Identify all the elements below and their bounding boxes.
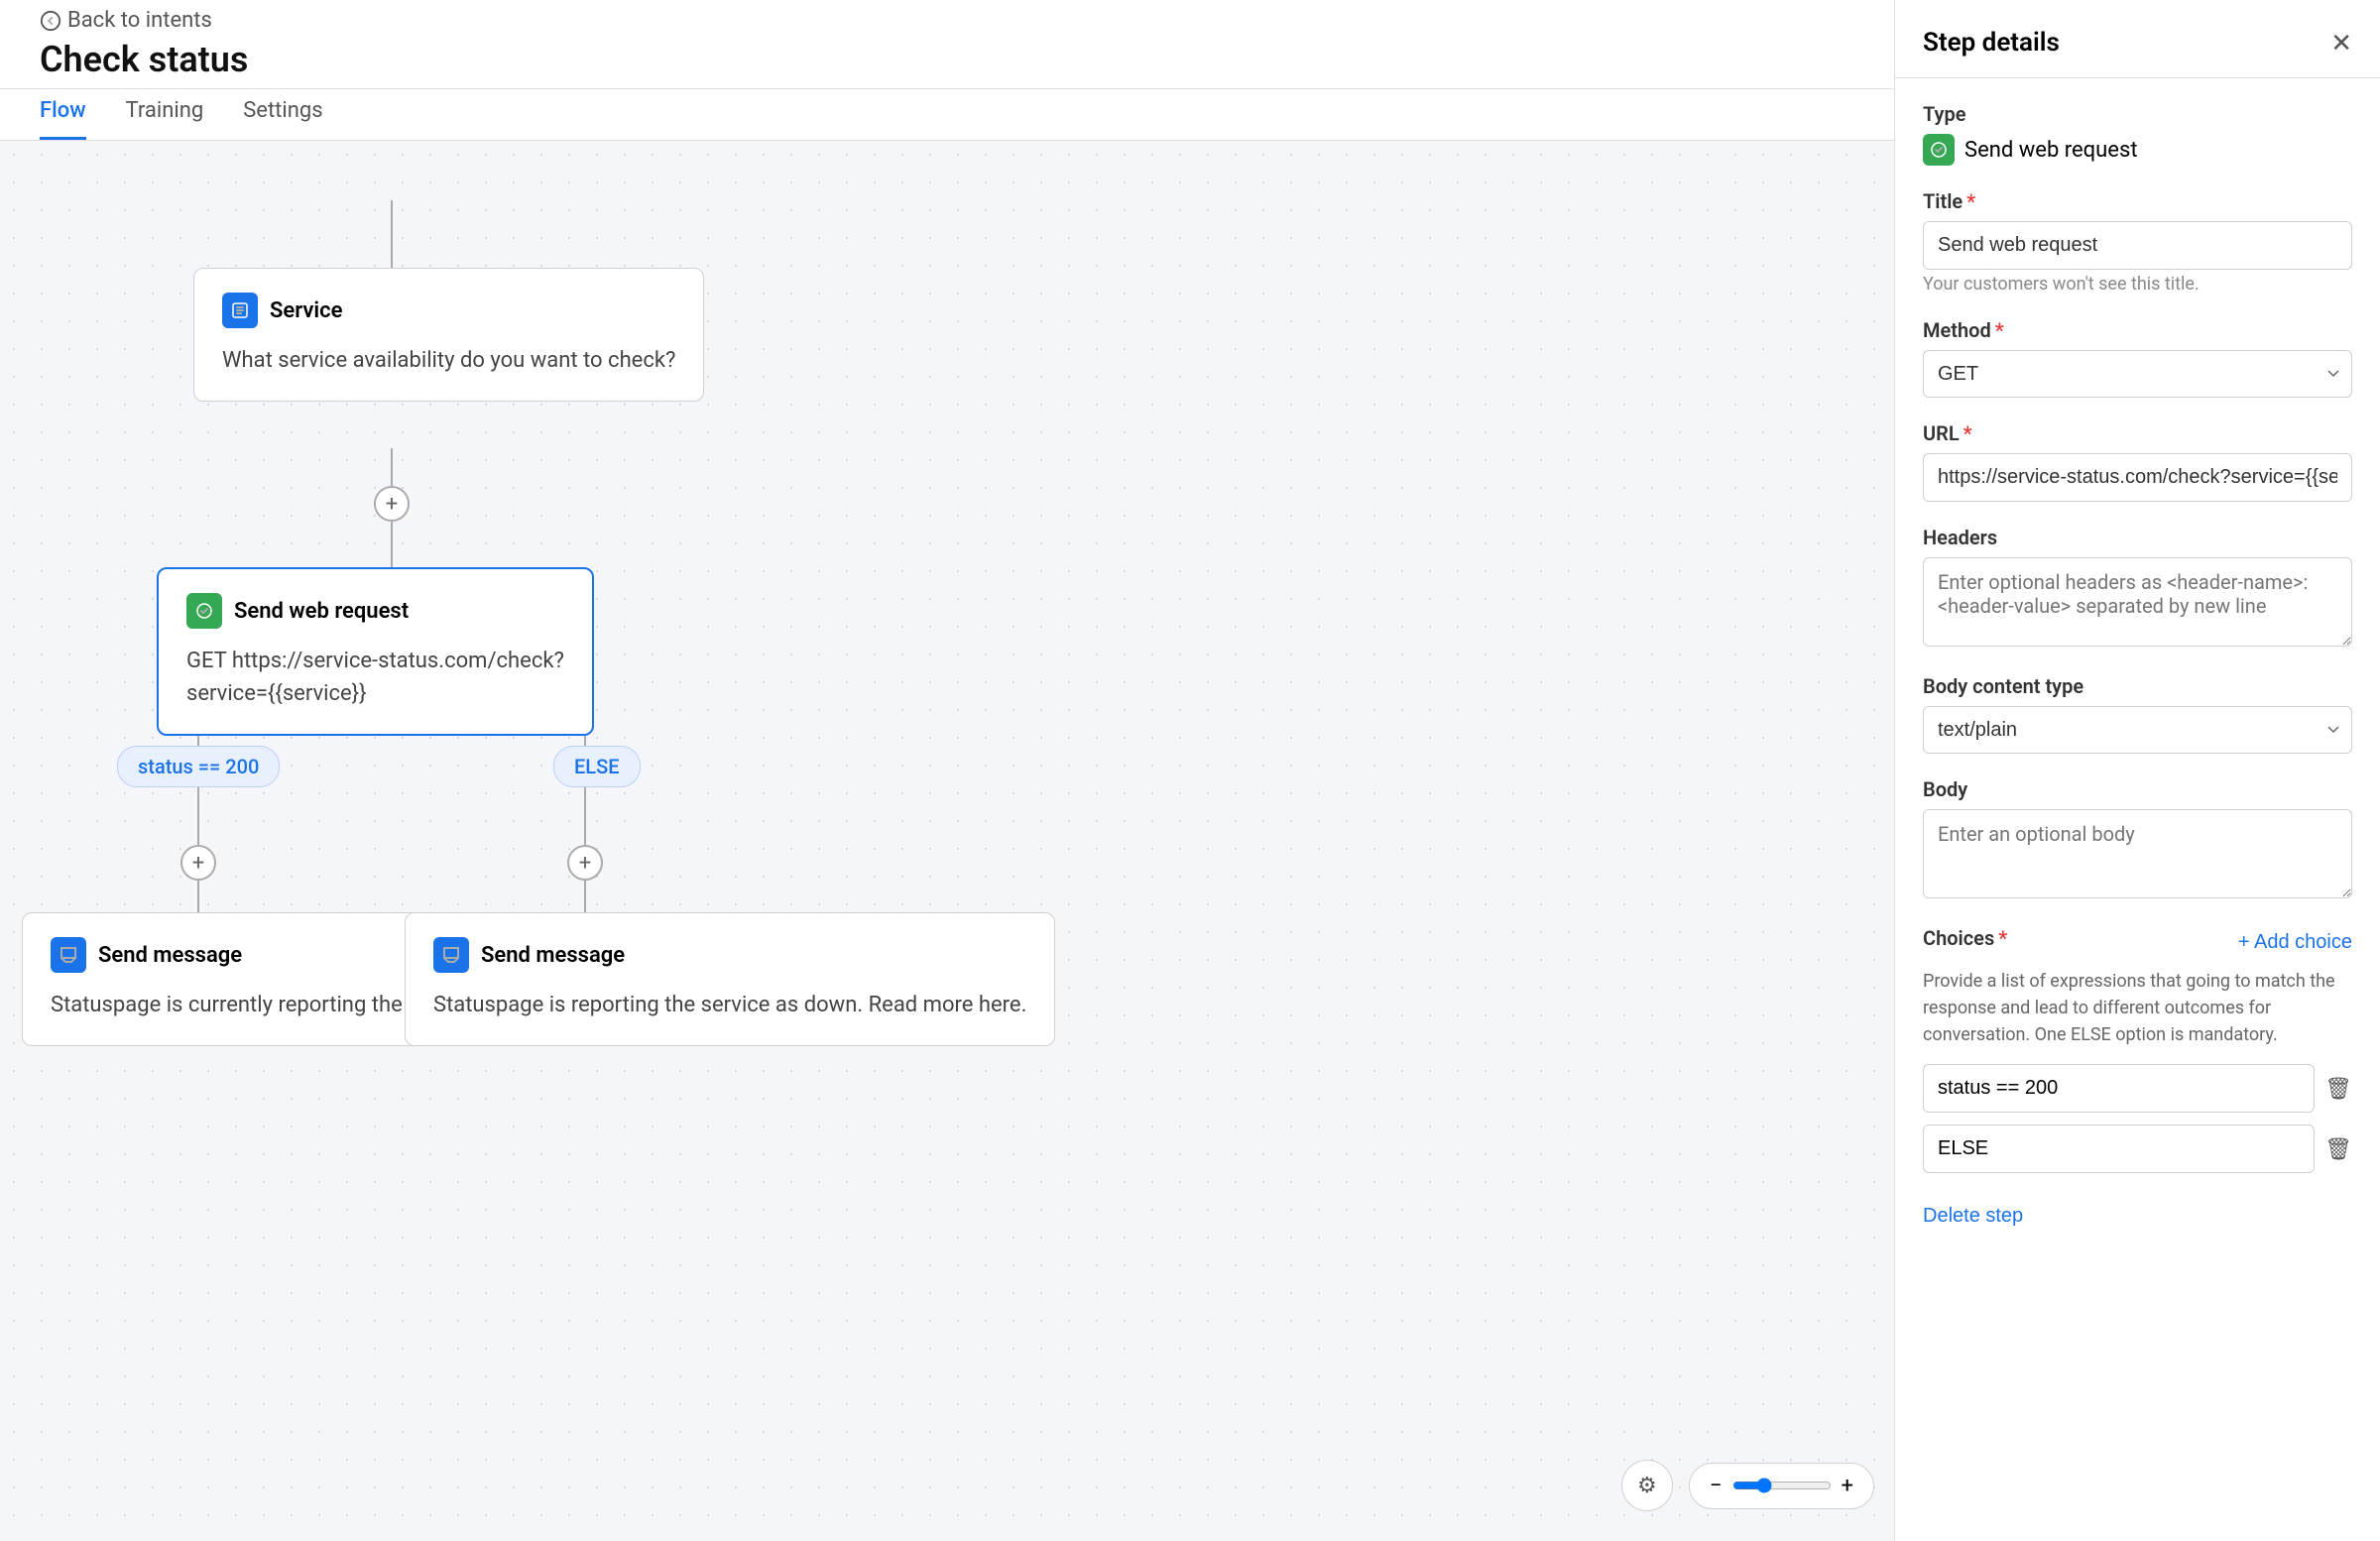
back-icon <box>40 10 61 32</box>
type-display: Send web request <box>1923 134 2352 166</box>
title-hint: Your customers won't see this title. <box>1923 274 2352 295</box>
delete-choice-2-button[interactable]: 🗑 <box>2324 1136 2352 1162</box>
service-node-title: Service <box>270 298 342 323</box>
choices-help-text: Provide a list of expressions that going… <box>1923 968 2352 1048</box>
tab-settings[interactable]: Settings <box>243 98 322 140</box>
title-required-marker: * <box>1966 189 1975 213</box>
url-field-group: URL * <box>1923 421 2352 502</box>
zoom-out-icon[interactable]: − <box>1710 1474 1723 1498</box>
panel-title: Step details <box>1923 28 2060 58</box>
title-label: Title * <box>1923 189 2352 213</box>
tab-training[interactable]: Training <box>126 98 204 140</box>
zoom-in-icon[interactable]: + <box>1842 1474 1853 1498</box>
page-title: Check status <box>40 39 248 80</box>
step-details-panel: Step details ✕ Type Send web request Tit… <box>1894 0 2380 1541</box>
send-message-left-icon <box>51 937 86 973</box>
title-field-group: Title * Your customers won't see this ti… <box>1923 189 2352 295</box>
type-field-group: Type Send web request <box>1923 102 2352 166</box>
add-step-button-1[interactable]: + <box>374 486 410 522</box>
body-label: Body <box>1923 777 2352 801</box>
service-node-header: Service <box>222 293 675 328</box>
delete-choice-1-button[interactable]: 🗑 <box>2324 1076 2352 1102</box>
choices-header: Choices * + Add choice <box>1923 926 2352 958</box>
delete-step-button[interactable]: Delete step <box>1923 1205 2023 1228</box>
zoom-range-input[interactable] <box>1732 1478 1832 1493</box>
web-request-node-body: GET https://service-status.com/check?ser… <box>186 645 564 710</box>
url-required-marker: * <box>1964 421 1972 445</box>
send-message-left-title: Send message <box>98 943 242 968</box>
send-message-right-body: Statuspage is reporting the service as d… <box>433 989 1026 1021</box>
service-node-body: What service availability do you want to… <box>222 344 675 377</box>
headers-textarea[interactable] <box>1923 557 2352 647</box>
tab-flow[interactable]: Flow <box>40 98 86 140</box>
back-to-intents-link[interactable]: Back to intents <box>40 8 248 33</box>
choice-row-2: 🗑 <box>1923 1125 2352 1173</box>
web-request-node-header: Send web request <box>186 593 564 629</box>
close-panel-button[interactable]: ✕ <box>2330 30 2352 56</box>
method-required-marker: * <box>1995 318 2004 342</box>
url-input[interactable] <box>1923 453 2352 502</box>
web-request-node-icon <box>186 593 222 629</box>
headers-field-group: Headers <box>1923 526 2352 651</box>
flow-canvas: Service What service availability do you… <box>0 141 1894 1541</box>
body-content-type-select[interactable]: text/plain application/json application/… <box>1923 706 2352 754</box>
send-message-right-title: Send message <box>481 943 625 968</box>
top-bar-left: Back to intents Check status <box>40 8 248 80</box>
branch-label-else: ELSE <box>553 746 641 787</box>
panel-body: Type Send web request Title * Your custo… <box>1895 78 2380 1251</box>
choices-required-marker: * <box>1998 926 2007 950</box>
choice-input-2[interactable] <box>1923 1125 2315 1173</box>
body-textarea[interactable] <box>1923 809 2352 898</box>
send-message-right-node[interactable]: Send message Statuspage is reporting the… <box>405 912 1055 1046</box>
send-message-right-icon <box>433 937 469 973</box>
type-value: Send web request <box>1964 138 2138 163</box>
add-step-button-left[interactable]: + <box>180 845 216 881</box>
zoom-slider-container: − + <box>1689 1463 1874 1509</box>
web-request-node[interactable]: Send web request GET https://service-sta… <box>157 567 594 736</box>
type-icon <box>1923 134 1955 166</box>
method-select[interactable]: GET POST PUT DELETE PATCH <box>1923 350 2352 398</box>
choice-input-1[interactable] <box>1923 1064 2315 1113</box>
panel-header: Step details ✕ <box>1895 0 2380 78</box>
title-input[interactable] <box>1923 221 2352 270</box>
send-message-right-header: Send message <box>433 937 1026 973</box>
body-content-type-label: Body content type <box>1923 674 2352 698</box>
branch-label-status: status == 200 <box>117 746 280 787</box>
add-step-button-right[interactable]: + <box>567 845 603 881</box>
service-node-icon <box>222 293 258 328</box>
add-choice-button[interactable]: + Add choice <box>2238 931 2352 954</box>
choices-label: Choices * <box>1923 926 2007 950</box>
body-field-group: Body <box>1923 777 2352 902</box>
choice-row-1: 🗑 <box>1923 1064 2352 1113</box>
method-field-group: Method * GET POST PUT DELETE PATCH <box>1923 318 2352 398</box>
url-label: URL * <box>1923 421 2352 445</box>
web-request-node-title: Send web request <box>234 599 409 624</box>
settings-control-button[interactable]: ⚙ <box>1621 1460 1673 1511</box>
bottom-controls: ⚙ − + <box>1621 1460 1874 1511</box>
body-content-type-field-group: Body content type text/plain application… <box>1923 674 2352 754</box>
type-label: Type <box>1923 102 2352 126</box>
method-label: Method * <box>1923 318 2352 342</box>
headers-label: Headers <box>1923 526 2352 549</box>
choices-field-group: Choices * + Add choice Provide a list of… <box>1923 926 2352 1173</box>
service-node[interactable]: Service What service availability do you… <box>193 268 704 402</box>
